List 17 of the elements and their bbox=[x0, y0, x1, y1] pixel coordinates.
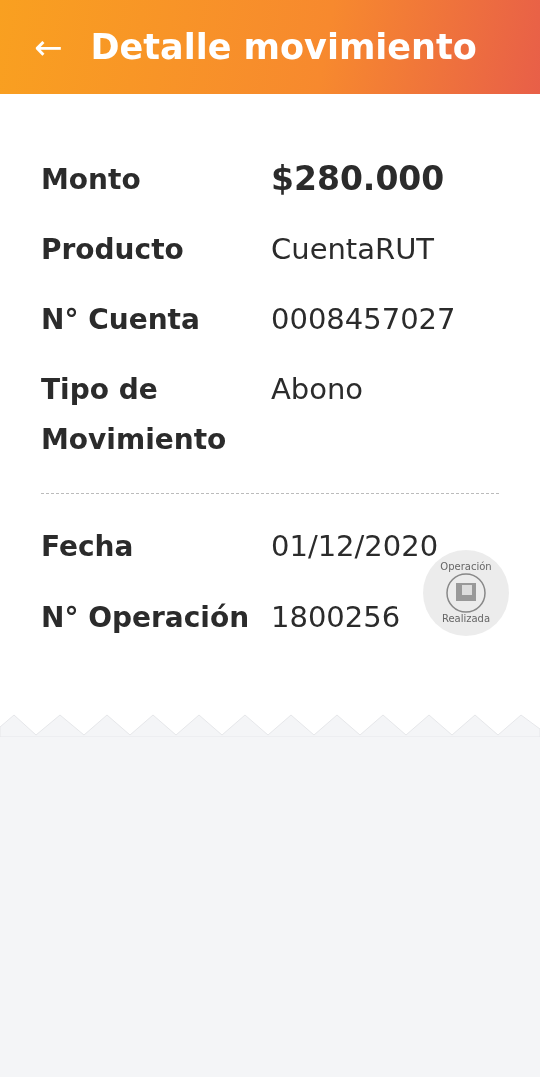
field-value: 1800256 bbox=[271, 599, 401, 636]
field-value: 01/12/2020 bbox=[271, 528, 439, 565]
stamp-text: Realizada bbox=[441, 613, 491, 625]
field-label: Tipo de Movimiento bbox=[41, 372, 228, 458]
field-label: Fecha bbox=[41, 529, 135, 565]
field-value: 0008457027 bbox=[271, 301, 456, 338]
field-value: $280.000 bbox=[271, 158, 445, 200]
field-label: N° Operación bbox=[41, 600, 251, 636]
stamp-text: Operación bbox=[440, 561, 492, 573]
field-label: Monto bbox=[41, 162, 142, 198]
back-button[interactable]: ← bbox=[28, 30, 69, 64]
field-label: Producto bbox=[41, 232, 185, 268]
field-value: CuentaRUT bbox=[271, 231, 435, 268]
field-value: Abono bbox=[271, 371, 364, 408]
document-icon bbox=[446, 573, 486, 613]
field-label: N° Cuenta bbox=[41, 302, 201, 338]
screen-title: Detalle movimiento bbox=[90, 27, 477, 67]
